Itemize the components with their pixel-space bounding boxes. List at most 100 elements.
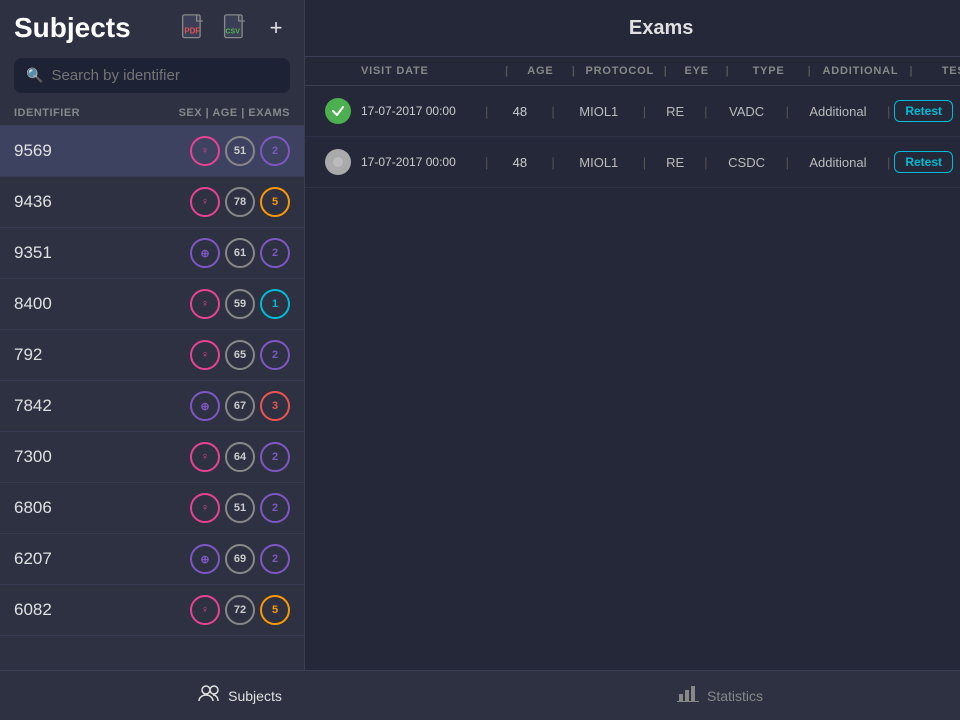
- svg-text:CSV: CSV: [226, 28, 241, 35]
- sex-badge: ♀: [190, 136, 220, 166]
- retest-button[interactable]: Retest: [894, 151, 953, 173]
- exams-badge: 2: [260, 136, 290, 166]
- th-protocol: PROTOCOL: [580, 65, 660, 77]
- subject-id: 9569: [14, 141, 190, 161]
- age-badge: 59: [225, 289, 255, 319]
- exams-badge: 2: [260, 238, 290, 268]
- add-subject-button[interactable]: +: [262, 14, 290, 42]
- search-icon: 🔍: [26, 67, 43, 84]
- nav-statistics-label: Statistics: [707, 688, 763, 704]
- subject-badges: ♀ 51 2: [190, 136, 290, 166]
- sex-badge: ♀: [190, 340, 220, 370]
- exams-badge: 2: [260, 493, 290, 523]
- subject-badges: ⊕ 69 2: [190, 544, 290, 574]
- exams-badge: 2: [260, 544, 290, 574]
- sex-badge: ⊕: [190, 391, 220, 421]
- bottom-nav: Subjects Statistics: [0, 670, 960, 720]
- subject-badges: ♀ 72 5: [190, 595, 290, 625]
- search-container: 🔍: [0, 50, 304, 101]
- exam-type: VADC: [712, 104, 782, 119]
- subject-badges: ⊕ 67 3: [190, 391, 290, 421]
- search-box: 🔍: [14, 58, 290, 93]
- th-age: AGE: [513, 65, 568, 77]
- subject-id: 9436: [14, 192, 190, 212]
- nav-subjects-label: Subjects: [228, 688, 282, 704]
- subjects-icon: [198, 684, 220, 707]
- th-eye: EYE: [672, 65, 722, 77]
- subject-row[interactable]: 6806 ♀ 51 2: [0, 483, 304, 534]
- sex-badge: ⊕: [190, 238, 220, 268]
- exam-visit-date: 17-07-2017 00:00: [361, 155, 481, 169]
- search-input[interactable]: [51, 67, 278, 84]
- exam-eye: RE: [650, 155, 700, 170]
- doc-pdf-icon[interactable]: PDF: [178, 12, 210, 44]
- subject-id: 8400: [14, 294, 190, 314]
- subject-row[interactable]: 792 ♀ 65 2: [0, 330, 304, 381]
- exams-badge: 1: [260, 289, 290, 319]
- retest-button[interactable]: Retest: [894, 100, 953, 122]
- subject-list: 9569 ♀ 51 2 9436 ♀ 78 5 9351 ⊕ 61 2 8400: [0, 126, 304, 670]
- nav-tab-subjects[interactable]: Subjects: [0, 671, 480, 720]
- subject-badges: ⊕ 61 2: [190, 238, 290, 268]
- subject-row[interactable]: 6082 ♀ 72 5: [0, 585, 304, 636]
- subject-row[interactable]: 6207 ⊕ 69 2: [0, 534, 304, 585]
- exam-protocol: MIOL1: [559, 104, 639, 119]
- content-area: Exams + VISIT DATE | AGE | PROTOCOL | EY…: [305, 0, 960, 670]
- exam-row[interactable]: 17-07-2017 00:00 | 48 | MIOL1 | RE | CSD…: [305, 137, 960, 188]
- svg-text:PDF: PDF: [184, 26, 200, 35]
- exam-additional: Additional: [793, 155, 883, 170]
- subject-id: 7842: [14, 396, 190, 416]
- nav-tab-statistics[interactable]: Statistics: [480, 671, 960, 720]
- subject-badges: ♀ 59 1: [190, 289, 290, 319]
- exam-list: 17-07-2017 00:00 | 48 | MIOL1 | RE | VAD…: [305, 86, 960, 188]
- age-badge: 78: [225, 187, 255, 217]
- exam-table-header: VISIT DATE | AGE | PROTOCOL | EYE | TYPE…: [305, 57, 960, 86]
- exams-badge: 2: [260, 340, 290, 370]
- sex-badge: ♀: [190, 493, 220, 523]
- exams-badge: 2: [260, 442, 290, 472]
- exam-age: 48: [492, 104, 547, 119]
- th-test: TEST: [917, 65, 960, 77]
- exams-badge: 5: [260, 595, 290, 625]
- th-additional: ADDITIONAL: [815, 65, 905, 77]
- subject-id: 7300: [14, 447, 190, 467]
- exam-row[interactable]: 17-07-2017 00:00 | 48 | MIOL1 | RE | VAD…: [305, 86, 960, 137]
- subject-row[interactable]: 7300 ♀ 64 2: [0, 432, 304, 483]
- subject-id: 6207: [14, 549, 190, 569]
- subject-badges: ♀ 64 2: [190, 442, 290, 472]
- exams-badge: 5: [260, 187, 290, 217]
- subject-row[interactable]: 9569 ♀ 51 2: [0, 126, 304, 177]
- exam-type: CSDC: [712, 155, 782, 170]
- sex-badge: ⊕: [190, 544, 220, 574]
- col-sex-age-exams-header: SEX | AGE | EXAMS: [179, 107, 290, 119]
- exam-additional: Additional: [793, 104, 883, 119]
- sex-badge: ♀: [190, 595, 220, 625]
- col-identifier-header: IDENTIFIER: [14, 107, 179, 119]
- subject-id: 6082: [14, 600, 190, 620]
- doc-csv-icon[interactable]: CSV: [220, 12, 252, 44]
- subject-row[interactable]: 8400 ♀ 59 1: [0, 279, 304, 330]
- exam-status-icon: [325, 98, 351, 124]
- subject-row[interactable]: 7842 ⊕ 67 3: [0, 381, 304, 432]
- main-layout: Subjects PDF CSV +: [0, 0, 960, 670]
- subject-badges: ♀ 65 2: [190, 340, 290, 370]
- age-badge: 65: [225, 340, 255, 370]
- subject-row[interactable]: 9436 ♀ 78 5: [0, 177, 304, 228]
- subject-id: 9351: [14, 243, 190, 263]
- age-badge: 72: [225, 595, 255, 625]
- content-header: Exams +: [305, 0, 960, 57]
- subject-id: 6806: [14, 498, 190, 518]
- exam-eye: RE: [650, 104, 700, 119]
- exam-age: 48: [492, 155, 547, 170]
- column-headers: IDENTIFIER SEX | AGE | EXAMS: [0, 101, 304, 126]
- sidebar-icons: PDF CSV +: [178, 12, 290, 44]
- exam-visit-date: 17-07-2017 00:00: [361, 104, 481, 118]
- exam-protocol: MIOL1: [559, 155, 639, 170]
- age-badge: 69: [225, 544, 255, 574]
- age-badge: 67: [225, 391, 255, 421]
- sex-badge: ♀: [190, 442, 220, 472]
- age-badge: 64: [225, 442, 255, 472]
- content-title: Exams: [353, 17, 960, 40]
- subject-row[interactable]: 9351 ⊕ 61 2: [0, 228, 304, 279]
- exams-badge: 3: [260, 391, 290, 421]
